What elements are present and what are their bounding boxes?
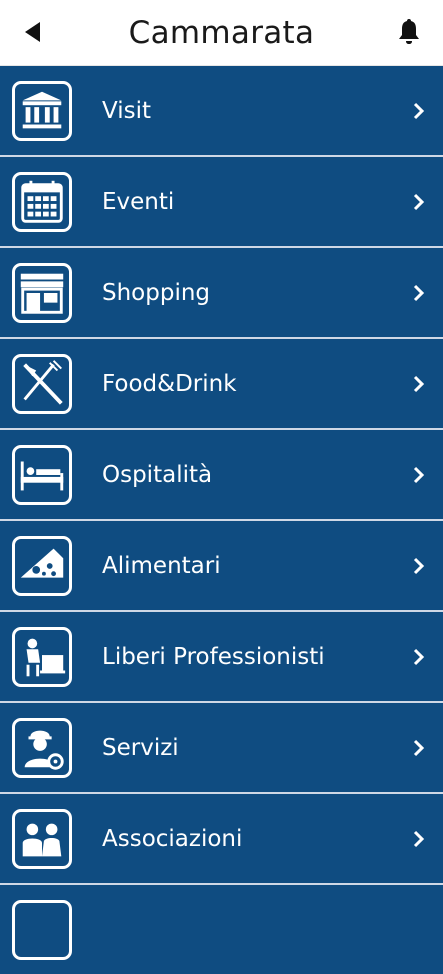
menu-item-label: Servizi (102, 734, 179, 761)
menu-item-eventi[interactable]: Eventi (0, 157, 443, 246)
menu-list: Visit Eventi Shopping Food&Drink Ospital… (0, 66, 443, 974)
worker-gear-icon (12, 717, 72, 778)
chevron-right-icon (413, 193, 425, 210)
menu-item-shopping[interactable]: Shopping (0, 248, 443, 337)
bell-icon[interactable] (397, 17, 421, 45)
menu-item-label: Visit (102, 97, 152, 124)
cheese-icon (12, 535, 72, 596)
menu-item-label: Shopping (102, 279, 211, 306)
professional-icon (12, 626, 72, 687)
museum-icon (12, 80, 72, 141)
shop-icon (12, 262, 72, 323)
chevron-right-icon (413, 648, 425, 665)
people-icon (12, 808, 72, 869)
fork-knife-icon (12, 353, 72, 414)
chevron-right-icon (413, 466, 425, 483)
back-arrow-icon[interactable] (22, 20, 42, 44)
app-header: Cammarata (0, 0, 443, 66)
chevron-right-icon (413, 830, 425, 847)
calendar-icon (12, 171, 72, 232)
page-title: Cammarata (128, 14, 315, 51)
menu-item-label: Ospitalità (102, 461, 213, 488)
chevron-right-icon (413, 557, 425, 574)
menu-item-partial[interactable] (0, 885, 443, 974)
chevron-right-icon (413, 102, 425, 119)
chevron-right-icon (413, 284, 425, 301)
menu-item-label: Associazioni (102, 825, 243, 852)
menu-item-label: Alimentari (102, 552, 221, 579)
menu-item-label: Eventi (102, 188, 175, 215)
menu-item-food-drink[interactable]: Food&Drink (0, 339, 443, 428)
bed-icon (12, 444, 72, 505)
chevron-right-icon (413, 739, 425, 756)
menu-item-ospitalita[interactable]: Ospitalità (0, 430, 443, 519)
menu-item-visit[interactable]: Visit (0, 66, 443, 155)
menu-item-label: Liberi Professionisti (102, 643, 325, 670)
chevron-right-icon (413, 375, 425, 392)
partial-row-icon (12, 899, 72, 960)
menu-item-alimentari[interactable]: Alimentari (0, 521, 443, 610)
menu-item-liberi-professionisti[interactable]: Liberi Professionisti (0, 612, 443, 701)
menu-item-servizi[interactable]: Servizi (0, 703, 443, 792)
menu-item-label: Food&Drink (102, 370, 237, 397)
menu-item-associazioni[interactable]: Associazioni (0, 794, 443, 883)
